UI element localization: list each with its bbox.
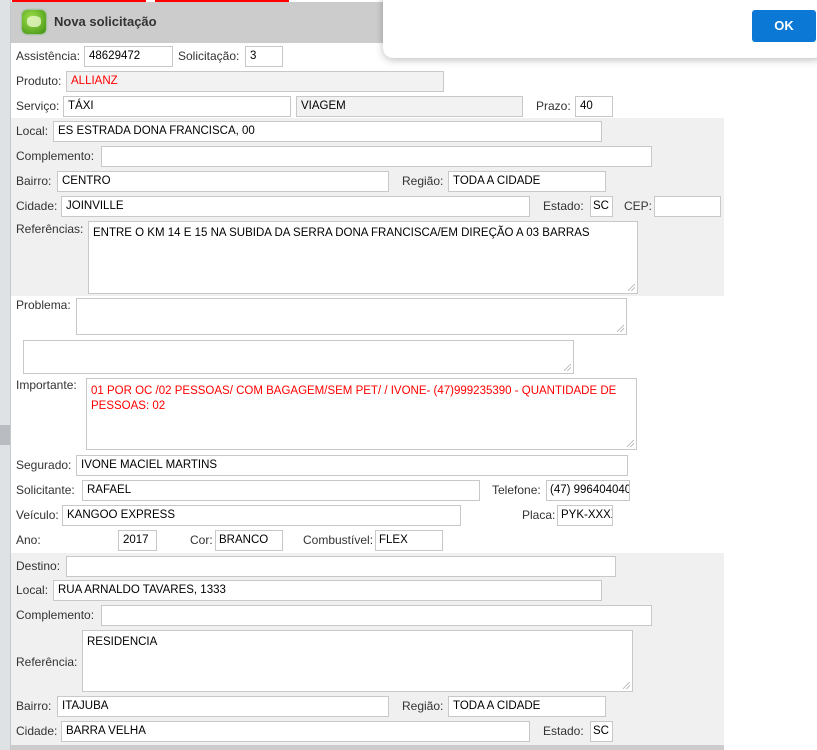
placa-label: Placa: [522, 508, 556, 522]
problema-detail-textarea[interactable] [23, 340, 574, 374]
destino-regiao-input[interactable]: TODA A CIDADE [448, 696, 606, 717]
segurado-input[interactable]: IVONE MACIEL MARTINS [76, 455, 628, 476]
destino-bairro-label: Bairro: [16, 699, 52, 713]
combustivel-label: Combustível: [303, 533, 374, 547]
destino-referencia-label: Referência: [16, 655, 78, 669]
cidade-input[interactable]: JOINVILLE [61, 196, 530, 217]
complemento-input[interactable] [101, 146, 652, 167]
sidebar-toggle[interactable] [0, 425, 10, 445]
estado-label: Estado: [543, 199, 584, 213]
destino-complemento-label: Complemento: [16, 608, 95, 622]
destino-input[interactable] [66, 556, 616, 577]
destino-referencia-textarea[interactable]: RESIDENCIA [82, 630, 633, 692]
servico-input[interactable]: TÁXI [63, 96, 291, 117]
importante-label: Importante: [16, 378, 77, 392]
bairro-input[interactable]: CENTRO [57, 171, 389, 192]
assistencia-label: Assistência: [16, 49, 81, 63]
importante-textarea[interactable]: 01 POR OC /02 PESSOAS/ COM BAGAGEM/SEM P… [86, 378, 637, 450]
solicitante-label: Solicitante: [16, 483, 75, 497]
cep-input[interactable] [654, 196, 721, 217]
telefone-label: Telefone: [492, 483, 541, 497]
referencias-label: Referências: [16, 222, 84, 236]
cep-label: CEP: [624, 199, 653, 213]
produto-label: Produto: [16, 74, 62, 88]
bairro-label: Bairro: [16, 174, 52, 188]
ano-label: Ano: [16, 533, 41, 547]
telefone-input[interactable]: (47) 996404040 [546, 480, 630, 501]
prazo-label: Prazo: [536, 99, 571, 113]
combustivel-input[interactable]: FLEX [375, 530, 443, 551]
regiao-label: Região: [402, 174, 444, 188]
destino-local-input[interactable]: RUA ARNALDO TAVARES, 1333 [53, 580, 602, 601]
cor-label: Cor: [190, 533, 213, 547]
complemento-label: Complemento: [16, 149, 95, 163]
problema-label: Problema: [16, 298, 71, 312]
local-input[interactable]: ES ESTRADA DONA FRANCISCA, 00 [53, 121, 602, 142]
cor-input[interactable]: BRANCO [215, 530, 283, 551]
solicitante-input[interactable]: RAFAEL [82, 480, 480, 501]
problema-textarea[interactable] [76, 298, 627, 335]
destino-label: Destino: [16, 559, 61, 573]
placa-input[interactable]: PYK-XXXX [557, 505, 613, 526]
world-map-icon [22, 10, 46, 34]
destino-regiao-label: Região: [402, 699, 444, 713]
regiao-input[interactable]: TODA A CIDADE [448, 171, 606, 192]
veiculo-label: Veículo: [16, 508, 59, 522]
destino-estado-input[interactable]: SC [590, 721, 613, 742]
solicitacao-label: Solicitação: [178, 49, 240, 63]
estado-input[interactable]: SC [590, 196, 613, 217]
panel-footer [11, 745, 724, 750]
destino-cidade-label: Cidade: [16, 724, 58, 738]
ano-input[interactable]: 2017 [118, 530, 157, 551]
ok-button[interactable]: OK [752, 10, 816, 42]
local-label: Local: [16, 124, 49, 138]
cidade-label: Cidade: [16, 199, 58, 213]
produto-input[interactable]: ALLIANZ [66, 71, 444, 92]
destino-cidade-input[interactable]: BARRA VELHA [61, 721, 530, 742]
veiculo-input[interactable]: KANGOO EXPRESS [62, 505, 461, 526]
segurado-label: Segurado: [16, 458, 72, 472]
panel-title: Nova solicitação [54, 14, 157, 29]
servico-tipo-input[interactable]: VIAGEM [296, 96, 523, 117]
left-sidebar-strip [0, 0, 11, 750]
solicitacao-input[interactable]: 3 [245, 46, 283, 67]
destino-complemento-input[interactable] [101, 605, 652, 626]
prazo-input[interactable]: 40 [575, 96, 613, 117]
destino-local-label: Local: [16, 583, 49, 597]
destino-bairro-input[interactable]: ITAJUBA [57, 696, 389, 717]
destino-estado-label: Estado: [543, 724, 584, 738]
servico-label: Serviço: [16, 99, 60, 113]
referencias-textarea[interactable]: ENTRE O KM 14 E 15 NA SUBIDA DA SERRA DO… [88, 221, 638, 294]
assistencia-input[interactable]: 48629472 [84, 46, 173, 67]
